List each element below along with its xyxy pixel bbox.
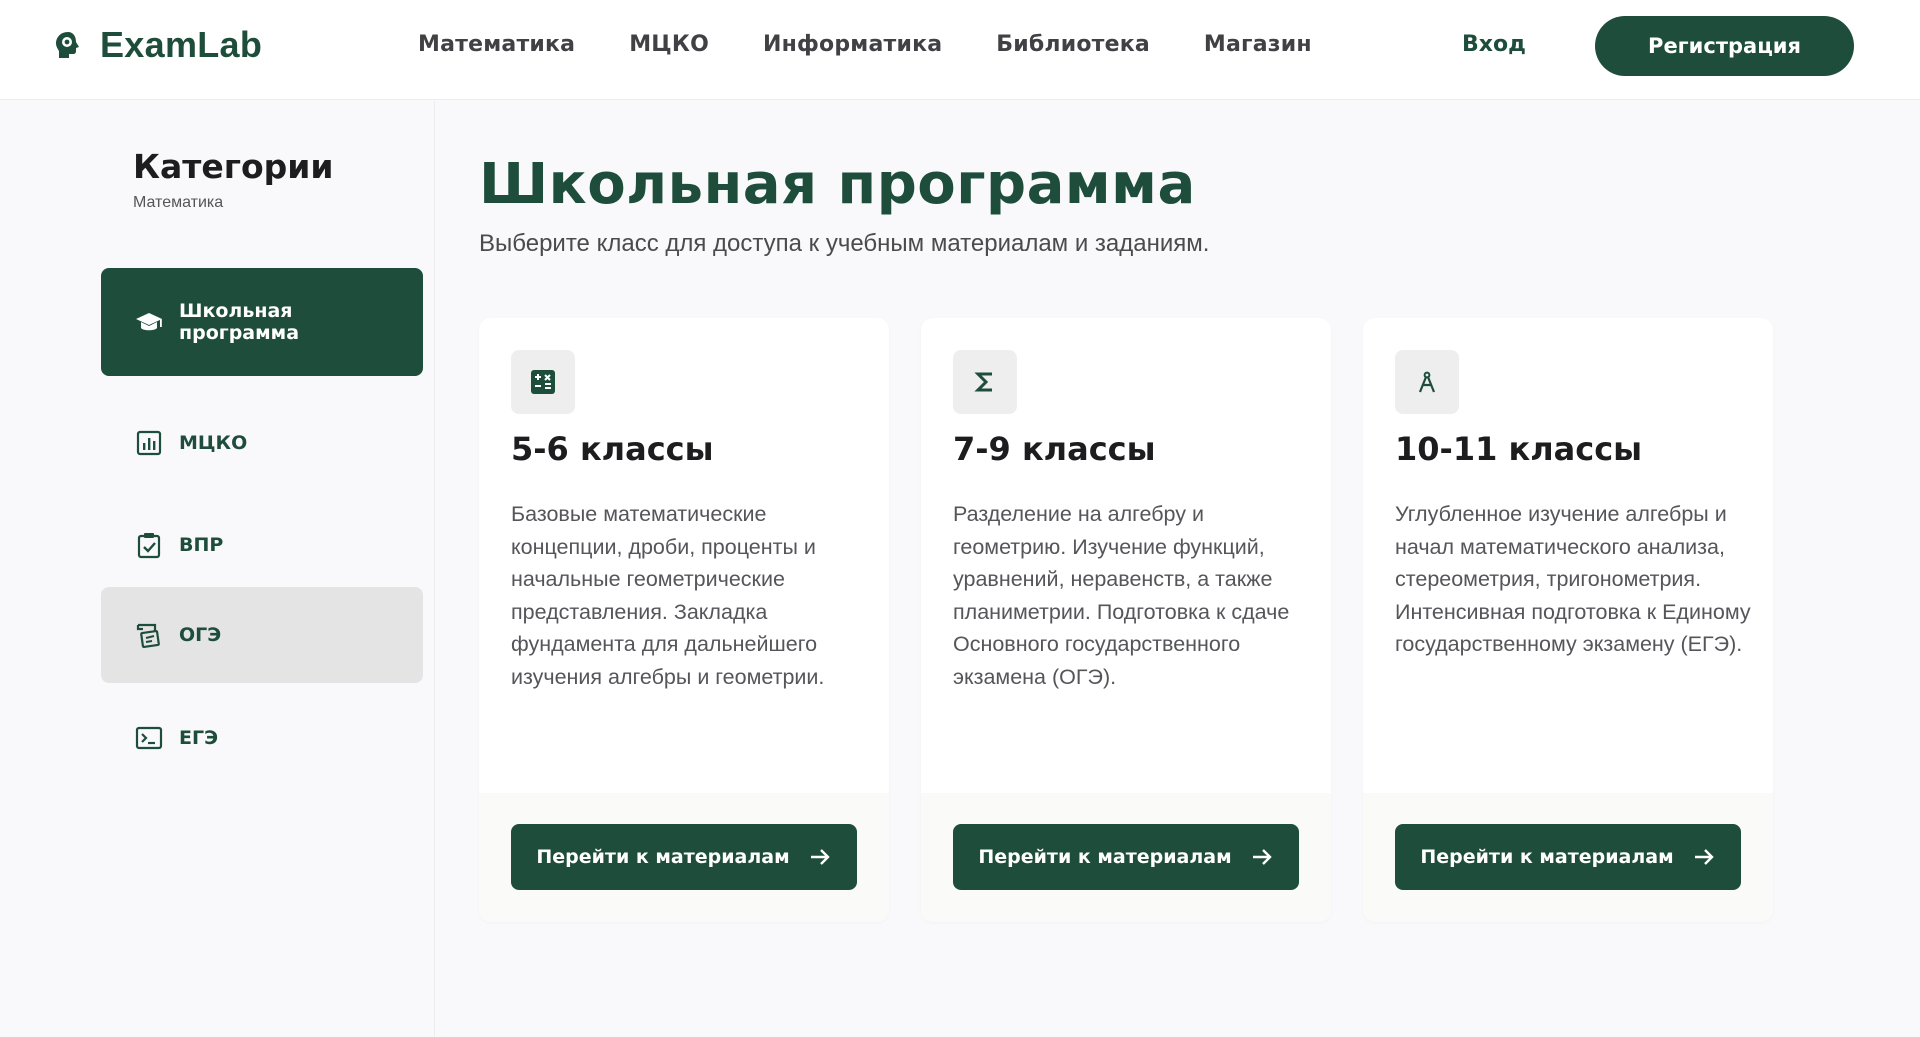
- calculator-icon: [511, 350, 575, 414]
- logo[interactable]: ExamLab: [54, 24, 262, 66]
- sidebar-title: Категории: [133, 147, 334, 186]
- sidebar-subtitle: Математика: [133, 194, 224, 211]
- sidebar-item-label: ВПР: [179, 534, 224, 556]
- card-footer: Перейти к материалам: [1363, 793, 1773, 922]
- grade-card-10-11: 10-11 классы Углубленное изучение алгебр…: [1363, 318, 1773, 922]
- card-description: Разделение на алгебру и геометрию. Изуче…: [953, 502, 1290, 689]
- page-title: Школьная программа: [479, 152, 1196, 217]
- sidebar-item-label: ЕГЭ: [179, 727, 219, 749]
- nav-item-informatics[interactable]: Информатика: [763, 32, 942, 57]
- nav-item-shop[interactable]: Магазин: [1204, 32, 1312, 57]
- sidebar: Категории Математика Школьная программа …: [0, 101, 435, 1037]
- sigma-icon: [953, 350, 1017, 414]
- register-button[interactable]: Регистрация: [1595, 16, 1854, 76]
- sidebar-item-label: Школьная программа: [179, 300, 300, 344]
- brain-gear-icon: [54, 30, 82, 60]
- login-link[interactable]: Вход: [1462, 32, 1526, 57]
- nav-item-library[interactable]: Библиотека: [996, 32, 1150, 57]
- compass-icon: [1395, 350, 1459, 414]
- button-label: Перейти к материалам: [536, 846, 790, 868]
- card-footer: Перейти к материалам: [921, 793, 1331, 922]
- button-label: Перейти к материалам: [978, 846, 1232, 868]
- sidebar-item-vpr[interactable]: ВПР: [101, 497, 423, 593]
- sidebar-item-mcko[interactable]: МЦКО: [101, 395, 423, 491]
- go-to-materials-button[interactable]: Перейти к материалам: [511, 824, 857, 890]
- sidebar-item-label: ОГЭ: [179, 624, 222, 646]
- grade-card-5-6: 5-6 классы Базовые математические концеп…: [479, 318, 889, 922]
- card-title: 5-6 классы: [511, 430, 714, 468]
- sidebar-item-oge[interactable]: ОГЭ: [101, 587, 423, 683]
- card-footer: Перейти к материалам: [479, 793, 889, 922]
- nav-item-math[interactable]: Математика: [418, 32, 575, 57]
- arrow-right-icon: [1692, 845, 1716, 869]
- school-exam-icon: [135, 621, 163, 649]
- main-nav: Математика МЦКО Информатика Библиотека М…: [418, 32, 1366, 57]
- page-subtitle: Выберите класс для доступа к учебным мат…: [479, 230, 1210, 257]
- sidebar-item-school-program[interactable]: Школьная программа: [101, 268, 423, 376]
- brand-name: ExamLab: [100, 24, 263, 65]
- card-title: 7-9 классы: [953, 430, 1156, 468]
- arrow-right-icon: [808, 845, 832, 869]
- go-to-materials-button[interactable]: Перейти к материалам: [1395, 824, 1741, 890]
- top-header: ExamLab Математика МЦКО Информатика Библ…: [0, 0, 1920, 100]
- sidebar-item-ege[interactable]: ЕГЭ: [101, 690, 423, 786]
- button-label: Перейти к материалам: [1420, 846, 1674, 868]
- nav-item-mcko[interactable]: МЦКО: [629, 32, 709, 57]
- graduation-cap-icon: [135, 308, 163, 336]
- terminal-icon: [135, 724, 163, 752]
- grade-card-7-9: 7-9 классы Разделение на алгебру и геоме…: [921, 318, 1331, 922]
- arrow-right-icon: [1250, 845, 1274, 869]
- clipboard-check-icon: [135, 531, 163, 559]
- card-description: Углубленное изучение алгебры и начал мат…: [1395, 502, 1751, 656]
- card-title: 10-11 классы: [1395, 430, 1643, 468]
- bar-chart-icon: [135, 429, 163, 457]
- go-to-materials-button[interactable]: Перейти к материалам: [953, 824, 1299, 890]
- card-description: Базовые математические концепции, дроби,…: [511, 502, 825, 689]
- sidebar-item-label: МЦКО: [179, 432, 248, 454]
